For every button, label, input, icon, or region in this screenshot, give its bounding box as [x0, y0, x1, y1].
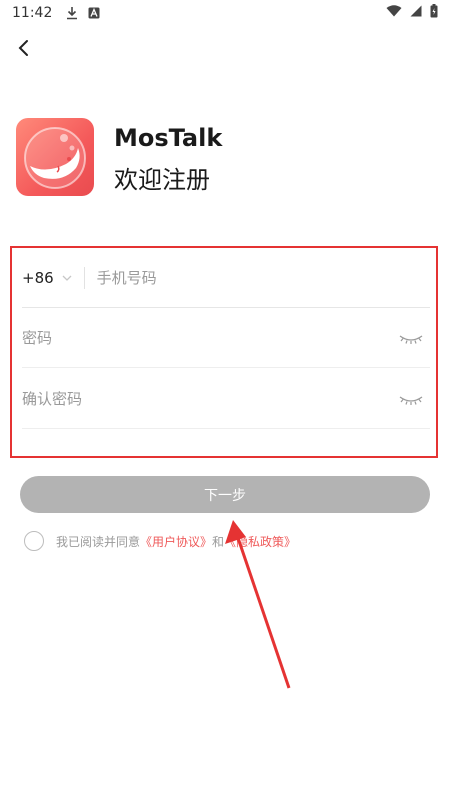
app-logo: [16, 118, 94, 196]
agreement-row: 我已阅读并同意 《用户协议》 和 《隐私政策》: [24, 531, 296, 551]
confirm-password-row: [22, 369, 430, 429]
back-button[interactable]: [12, 36, 36, 60]
status-right: [386, 4, 438, 22]
status-time: 11:42: [12, 5, 53, 21]
wifi-icon: [386, 5, 402, 21]
download-icon: [66, 6, 78, 20]
phone-row: +86: [22, 248, 430, 308]
privacy-policy-link[interactable]: 《隐私政策》: [224, 533, 296, 550]
registration-form: +86: [10, 246, 438, 458]
country-code-selector[interactable]: +86: [22, 266, 85, 289]
welcome-title: 欢迎注册: [114, 166, 210, 194]
app-name: MosTalk: [114, 124, 223, 152]
next-button[interactable]: 下一步: [20, 476, 430, 513]
agreement-prefix: 我已阅读并同意: [56, 534, 141, 549]
status-bar: 11:42: [0, 0, 450, 26]
chevron-down-icon: [62, 275, 72, 281]
battery-icon: [430, 4, 438, 22]
agree-radio[interactable]: [24, 531, 44, 551]
signal-icon: [410, 5, 422, 21]
agreement-and: 和: [212, 534, 225, 549]
password-input[interactable]: [22, 328, 398, 347]
country-code-label: +86: [22, 268, 54, 287]
eye-closed-icon[interactable]: [398, 329, 424, 347]
chevron-left-icon: [18, 40, 28, 56]
eye-closed-icon[interactable]: [398, 390, 424, 408]
a-icon: [88, 7, 100, 19]
password-row: [22, 308, 430, 368]
user-agreement-link[interactable]: 《用户协议》: [140, 533, 212, 550]
phone-input[interactable]: [96, 268, 430, 287]
confirm-password-input[interactable]: [22, 389, 398, 408]
